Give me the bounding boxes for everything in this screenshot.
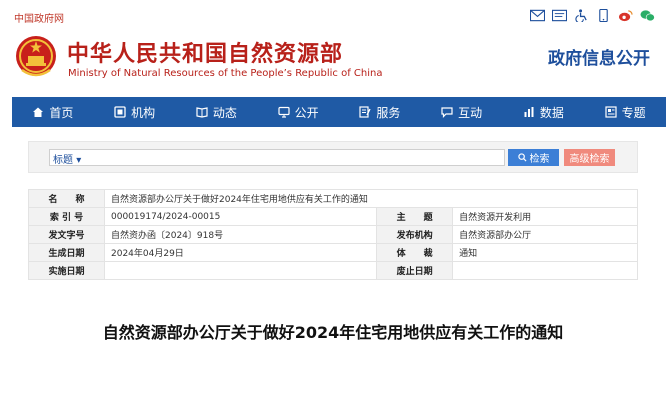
table-row: 实施日期 废止日期 — [28, 261, 638, 280]
docno-value: 自然资办函〔2024〕918号 — [103, 225, 378, 244]
table-row: 索 引 号 000019174/2024-00015 主 题 自然资源开发利用 — [28, 207, 638, 226]
national-emblem-icon — [16, 36, 56, 77]
nav-item-label: 公开 — [294, 105, 319, 120]
nav-item-label: 互动 — [458, 105, 483, 120]
search-button[interactable]: 检索 — [508, 149, 559, 166]
nav-item-service[interactable]: 服务 — [339, 97, 421, 127]
mail-icon[interactable] — [529, 9, 546, 22]
nav-item-label: 首页 — [49, 105, 74, 120]
table-row: 生成日期 2024年04月29日 体 裁 通知 — [28, 243, 638, 262]
nav-item-home[interactable]: 首页 — [12, 97, 94, 127]
nav-item-label: 动态 — [212, 105, 237, 120]
home-icon — [32, 106, 44, 118]
search-field-select[interactable]: 标题 ▾ — [53, 151, 81, 166]
index-value: 000019174/2024-00015 — [103, 207, 378, 226]
wechat-icon[interactable] — [639, 9, 656, 22]
date-value: 2024年04月29日 — [103, 243, 378, 262]
topic-icon — [605, 106, 617, 118]
section-title[interactable]: 政府信息公开 — [548, 44, 650, 69]
table-row: 名 称 自然资源部办公厅关于做好2024年住宅用地供应有关工作的通知 — [28, 189, 638, 208]
document-metadata-table: 名 称 自然资源部办公厅关于做好2024年住宅用地供应有关工作的通知 索 引 号… — [28, 189, 638, 280]
topic-label: 主 题 — [376, 207, 454, 226]
site-subtitle: Ministry of Natural Resources of the Peo… — [68, 68, 383, 79]
accessibility-icon[interactable] — [573, 9, 590, 22]
bar-chart-icon — [523, 106, 535, 118]
advanced-search-button[interactable]: 高级检索 — [564, 149, 615, 166]
nav-item-label: 专题 — [621, 105, 646, 120]
name-value: 自然资源部办公厅关于做好2024年住宅用地供应有关工作的通知 — [104, 189, 638, 208]
nav-item-organization[interactable]: 机构 — [94, 97, 176, 127]
nav-item-label: 数据 — [539, 105, 564, 120]
gov-portal-link[interactable]: 中国政府网 — [14, 10, 64, 25]
expire-date-value — [452, 261, 638, 280]
genre-value: 通知 — [452, 243, 638, 262]
site-header: 中华人民共和国自然资源部 Ministry of Natural Resourc… — [0, 30, 666, 92]
weibo-icon[interactable] — [617, 9, 634, 22]
nav-item-data[interactable]: 数据 — [503, 97, 585, 127]
genre-label: 体 裁 — [376, 243, 454, 262]
nav-item-interaction[interactable]: 互动 — [421, 97, 503, 127]
mobile-app-icon[interactable] — [595, 9, 612, 22]
name-label: 名 称 — [28, 189, 105, 208]
organization-icon — [114, 106, 126, 118]
search-field-select-label: 标题 — [53, 155, 73, 166]
mail-alt-icon[interactable] — [551, 9, 568, 22]
news-icon — [196, 106, 208, 118]
edit-icon — [359, 106, 371, 118]
main-nav: 首页 机构 动态 公开 服务 互动 数据 专题 — [12, 97, 666, 127]
date-label: 生成日期 — [28, 243, 105, 262]
nav-item-label: 机构 — [131, 105, 156, 120]
search-input[interactable] — [90, 150, 500, 165]
topic-value: 自然资源开发利用 — [452, 207, 638, 226]
nav-item-disclosure[interactable]: 公开 — [257, 97, 339, 127]
index-label: 索 引 号 — [28, 207, 105, 226]
chat-icon — [441, 106, 453, 118]
effective-date-value — [103, 261, 378, 280]
nav-item-news[interactable]: 动态 — [176, 97, 258, 127]
nav-item-topics[interactable]: 专题 — [584, 97, 666, 127]
search-icon — [517, 153, 527, 162]
top-icon-group — [529, 9, 656, 22]
search-bar: 标题 ▾ 检索 高级检索 — [28, 141, 638, 173]
document-title: 自然资源部办公厅关于做好2024年住宅用地供应有关工作的通知 — [102, 323, 564, 342]
docno-label: 发文字号 — [28, 225, 105, 244]
expire-date-label: 废止日期 — [376, 261, 454, 280]
issuer-value: 自然资源部办公厅 — [452, 225, 638, 244]
issuer-label: 发布机构 — [376, 225, 454, 244]
monitor-icon — [278, 106, 290, 118]
site-title[interactable]: 中华人民共和国自然资源部 — [67, 36, 343, 68]
search-box: 标题 ▾ — [49, 149, 505, 166]
nav-item-label: 服务 — [376, 105, 401, 120]
chevron-down-icon: ▾ — [76, 155, 82, 166]
top-bar: 中国政府网 — [0, 0, 666, 30]
effective-date-label: 实施日期 — [28, 261, 105, 280]
table-row: 发文字号 自然资办函〔2024〕918号 发布机构 自然资源部办公厅 — [28, 225, 638, 244]
search-button-label: 检索 — [529, 154, 550, 165]
